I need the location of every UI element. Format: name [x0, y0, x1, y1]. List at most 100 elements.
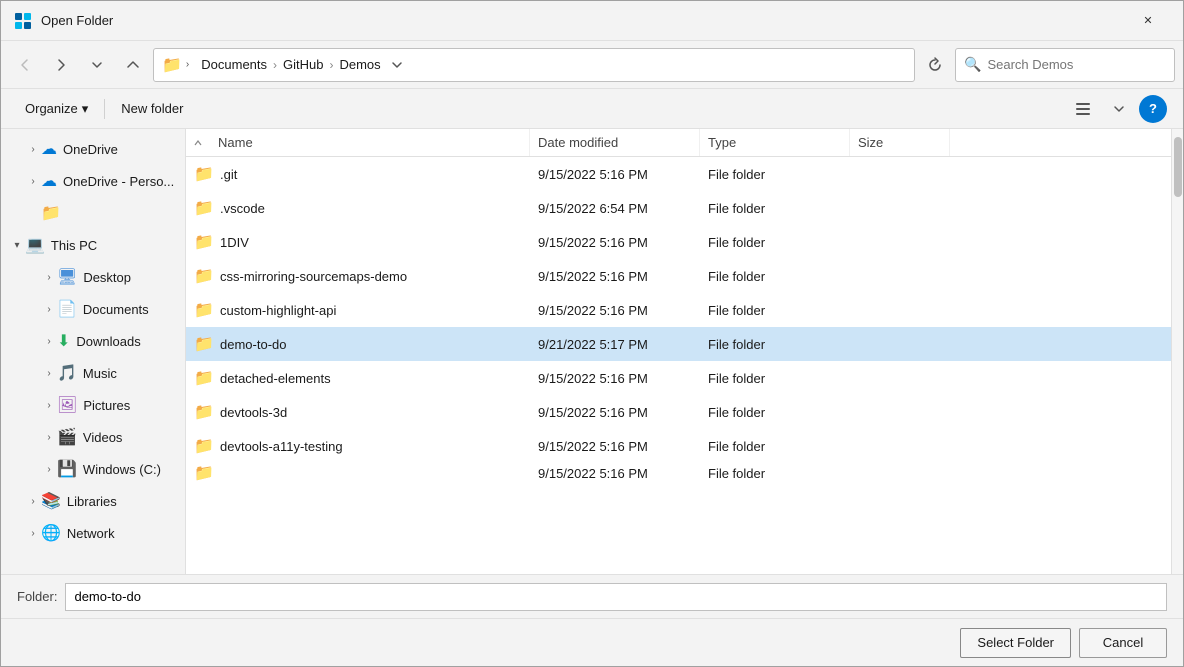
address-dropdown-button[interactable]	[385, 51, 409, 79]
file-size-cell	[850, 429, 950, 463]
expand-arrow-downloads: ›	[41, 333, 57, 349]
file-name-cell: 📁 .git	[186, 157, 530, 191]
forward-button[interactable]	[45, 49, 77, 81]
organize-button[interactable]: Organize ▾	[17, 95, 96, 123]
sidebar-item-downloads[interactable]: › ⬇ Downloads	[1, 325, 185, 357]
file-name-cell: 📁 demo-to-do	[186, 327, 530, 361]
videos-icon: 🎬	[57, 427, 77, 447]
onedrive-personal-icon: ☁	[41, 171, 57, 191]
folder-input[interactable]	[65, 583, 1167, 611]
sidebar-label-documents: Documents	[83, 302, 149, 317]
column-name[interactable]: Name	[210, 129, 530, 156]
folder-icon-sm: 📁	[194, 232, 214, 252]
file-size-cell	[850, 157, 950, 191]
search-icon: 🔍	[964, 56, 981, 73]
sidebar-label-windows-c: Windows (C:)	[83, 462, 161, 477]
search-input[interactable]	[987, 57, 1166, 72]
file-date-cell: 9/15/2022 5:16 PM	[530, 293, 700, 327]
table-row[interactable]: 📁 demo-to-do 9/21/2022 5:17 PM File fold…	[186, 327, 1171, 361]
new-folder-button[interactable]: New folder	[113, 95, 191, 123]
folder-icon-sm: 📁	[194, 402, 214, 422]
folder-icon-sm: 📁	[194, 300, 214, 320]
sidebar-item-this-pc[interactable]: ▾ 💻 This PC	[1, 229, 185, 261]
up-button[interactable]	[117, 49, 149, 81]
sidebar-item-desktop[interactable]: › 🖥 Desktop	[1, 261, 185, 293]
table-row[interactable]: 📁 1DIV 9/15/2022 5:16 PM File folder	[186, 225, 1171, 259]
toolbar: Organize ▾ New folder ?	[1, 89, 1183, 129]
search-box[interactable]: 🔍	[955, 48, 1175, 82]
sort-indicator	[186, 138, 210, 148]
sidebar-item-onedrive[interactable]: › ☁ OneDrive	[1, 133, 185, 165]
view-dropdown-button[interactable]	[1103, 95, 1135, 123]
sidebar-label-onedrive: OneDrive	[63, 142, 118, 157]
file-size-cell	[850, 293, 950, 327]
table-row[interactable]: 📁 custom-highlight-api 9/15/2022 5:16 PM…	[186, 293, 1171, 327]
sidebar-item-documents[interactable]: › 📄 Documents	[1, 293, 185, 325]
view-options-button[interactable]	[1067, 95, 1099, 123]
sidebar-item-libraries[interactable]: › 📚 Libraries	[1, 485, 185, 517]
column-date-modified[interactable]: Date modified	[530, 129, 700, 156]
scrollbar[interactable]	[1171, 129, 1183, 574]
file-type-cell: File folder	[700, 429, 850, 463]
file-date-cell: 9/15/2022 6:54 PM	[530, 191, 700, 225]
file-date-cell: 9/15/2022 5:16 PM	[530, 463, 700, 483]
file-list-scroll[interactable]: 📁 .git 9/15/2022 5:16 PM File folder 📁 .…	[186, 157, 1171, 574]
file-type-cell: File folder	[700, 191, 850, 225]
breadcrumb-demos[interactable]: Demos	[339, 57, 380, 72]
sidebar-item-windows-c[interactable]: › 💾 Windows (C:)	[1, 453, 185, 485]
cancel-button[interactable]: Cancel	[1079, 628, 1167, 658]
table-row[interactable]: 📁 .vscode 9/15/2022 6:54 PM File folder	[186, 191, 1171, 225]
sidebar-item-onedrive-personal[interactable]: › ☁ OneDrive - Perso...	[1, 165, 185, 197]
breadcrumb-github[interactable]: GitHub	[283, 57, 323, 72]
help-button[interactable]: ?	[1139, 95, 1167, 123]
file-size-cell	[850, 463, 950, 483]
file-date-cell: 9/15/2022 5:16 PM	[530, 429, 700, 463]
folder-name-bar: Folder:	[1, 574, 1183, 618]
expand-arrow-windows-c: ›	[41, 461, 57, 477]
toolbar-separator	[104, 99, 105, 119]
file-date-cell: 9/21/2022 5:17 PM	[530, 327, 700, 361]
close-button[interactable]: ✕	[1125, 5, 1171, 37]
expand-arrow-music: ›	[41, 365, 57, 381]
file-name-cell: 📁	[186, 463, 530, 483]
sidebar: › ☁ OneDrive › ☁ OneDrive - Perso... 📁 ▾…	[1, 129, 186, 574]
footer: Folder: Select Folder Cancel	[1, 574, 1183, 666]
open-folder-dialog: Open Folder ✕ 📁 › Documents › GitHub › D…	[0, 0, 1184, 667]
table-row[interactable]: 📁 devtools-a11y-testing 9/15/2022 5:16 P…	[186, 429, 1171, 463]
selected-folder-icon: 📁	[41, 203, 61, 223]
folder-icon-sm: 📁	[194, 436, 214, 456]
recent-locations-button[interactable]	[81, 49, 113, 81]
sidebar-item-music[interactable]: › 🎵 Music	[1, 357, 185, 389]
title-bar: Open Folder ✕	[1, 1, 1183, 41]
back-button[interactable]	[9, 49, 41, 81]
file-date-cell: 9/15/2022 5:16 PM	[530, 157, 700, 191]
sidebar-item-pictures[interactable]: › 🖼 Pictures	[1, 389, 185, 421]
file-type-cell: File folder	[700, 157, 850, 191]
file-date-cell: 9/15/2022 5:16 PM	[530, 259, 700, 293]
select-folder-button[interactable]: Select Folder	[960, 628, 1071, 658]
expand-arrow-selected	[25, 205, 41, 221]
table-row[interactable]: 📁 detached-elements 9/15/2022 5:16 PM Fi…	[186, 361, 1171, 395]
folder-icon-sm: 📁	[194, 368, 214, 388]
sidebar-label-videos: Videos	[83, 430, 123, 445]
file-size-cell	[850, 361, 950, 395]
column-type[interactable]: Type	[700, 129, 850, 156]
file-type-cell: File folder	[700, 293, 850, 327]
expand-arrow-desktop: ›	[41, 269, 57, 285]
column-size[interactable]: Size	[850, 129, 950, 156]
sidebar-item-selected-folder[interactable]: 📁	[1, 197, 185, 229]
expand-arrow-onedrive: ›	[25, 141, 41, 157]
breadcrumb-documents[interactable]: Documents	[201, 57, 267, 72]
table-row[interactable]: 📁 .git 9/15/2022 5:16 PM File folder	[186, 157, 1171, 191]
table-row[interactable]: 📁 9/15/2022 5:16 PM File folder	[186, 463, 1171, 483]
sidebar-item-videos[interactable]: › 🎬 Videos	[1, 421, 185, 453]
table-row[interactable]: 📁 devtools-3d 9/15/2022 5:16 PM File fol…	[186, 395, 1171, 429]
sidebar-item-network[interactable]: › 🌐 Network	[1, 517, 185, 549]
table-row[interactable]: 📁 css-mirroring-sourcemaps-demo 9/15/202…	[186, 259, 1171, 293]
sidebar-label-music: Music	[83, 366, 117, 381]
refresh-button[interactable]	[919, 49, 951, 81]
expand-arrow-documents: ›	[41, 301, 57, 317]
address-bar[interactable]: 📁 › Documents › GitHub › Demos	[153, 48, 915, 82]
folder-icon-sm: 📁	[194, 463, 214, 483]
file-name-cell: 📁 1DIV	[186, 225, 530, 259]
